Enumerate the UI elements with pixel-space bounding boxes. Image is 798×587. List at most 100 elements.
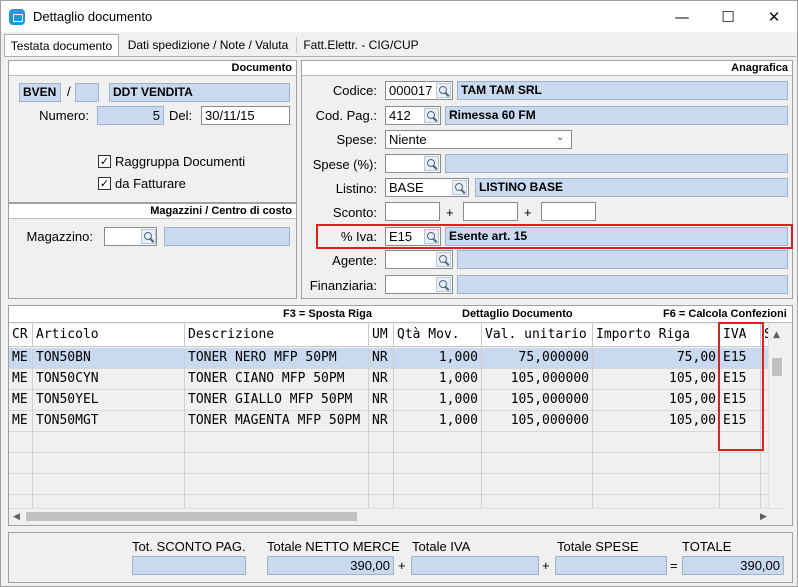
cell-articolo[interactable]: [33, 474, 185, 495]
cell-um[interactable]: NR: [369, 411, 394, 432]
cell-cr[interactable]: ME: [9, 348, 33, 369]
finanziaria-lookup-icon[interactable]: [436, 277, 451, 292]
cell-importo[interactable]: 105,00: [593, 369, 720, 390]
tipo-documento-field[interactable]: BVEN: [19, 83, 61, 102]
agente-lookup-icon[interactable]: [436, 252, 451, 267]
cell-qta[interactable]: [394, 432, 482, 453]
vertical-scroll-thumb[interactable]: [772, 358, 782, 376]
cell-qta[interactable]: [394, 474, 482, 495]
vertical-scrollbar[interactable]: ▲: [768, 324, 784, 524]
cell-val-unitario[interactable]: [482, 474, 593, 495]
scroll-left-icon[interactable]: ◀: [13, 512, 20, 522]
col-cr[interactable]: CR: [9, 324, 33, 347]
scroll-up-icon[interactable]: ▲: [773, 330, 780, 340]
tab-dati-spedizione[interactable]: Dati spedizione / Note / Valuta: [121, 34, 295, 56]
listino-lookup-icon[interactable]: [452, 180, 467, 195]
cell-cr[interactable]: ME: [9, 411, 33, 432]
cell-iva[interactable]: [720, 453, 761, 474]
cell-val-unitario[interactable]: [482, 453, 593, 474]
table-row[interactable]: ME TON50CYN TONER CIANO MFP 50PM NR 1,000 105…: [9, 369, 768, 390]
numero-field[interactable]: 5: [97, 106, 164, 125]
col-um[interactable]: UM: [369, 324, 394, 347]
empty-table-row[interactable]: [9, 453, 768, 474]
cell-cr[interactable]: [9, 453, 33, 474]
cell-descrizione[interactable]: [185, 432, 369, 453]
cell-um[interactable]: NR: [369, 390, 394, 411]
spese-select[interactable]: Niente: [385, 130, 572, 149]
cell-um[interactable]: [369, 453, 394, 474]
sconto3-field[interactable]: [541, 202, 596, 221]
title-bar[interactable]: Dettaglio documento — ☐ ✕: [1, 1, 797, 32]
cell-importo[interactable]: [593, 432, 720, 453]
cell-qta[interactable]: 1,000: [394, 411, 482, 432]
cell-sc[interactable]: [761, 453, 768, 474]
col-importo[interactable]: Importo Riga: [593, 324, 720, 347]
cell-descrizione[interactable]: TONER GIALLO MFP 50PM: [185, 390, 369, 411]
cell-val-unitario[interactable]: 105,000000: [482, 411, 593, 432]
table-row[interactable]: ME TON50MGT TONER MAGENTA MFP 50PM NR 1,000 1…: [9, 411, 768, 432]
cell-um[interactable]: NR: [369, 369, 394, 390]
cell-um[interactable]: [369, 432, 394, 453]
cell-importo[interactable]: 75,00: [593, 348, 720, 369]
cell-um[interactable]: [369, 474, 394, 495]
col-articolo[interactable]: Articolo: [33, 324, 185, 347]
cell-val-unitario[interactable]: [482, 432, 593, 453]
cell-articolo[interactable]: [33, 432, 185, 453]
cell-descrizione[interactable]: TONER NERO MFP 50PM: [185, 348, 369, 369]
horizontal-scroll-thumb[interactable]: [26, 512, 357, 521]
cell-importo[interactable]: 105,00: [593, 390, 720, 411]
close-button[interactable]: ✕: [751, 1, 797, 32]
col-val-unitario[interactable]: Val. unitario: [482, 324, 593, 347]
col-qta[interactable]: Qtà Mov.: [394, 324, 482, 347]
cell-importo[interactable]: [593, 474, 720, 495]
raggruppa-checkbox[interactable]: ✓: [98, 155, 111, 168]
scroll-right-icon[interactable]: ▶: [760, 512, 767, 522]
tab-fatt-elettr[interactable]: Fatt.Elettr. - CIG/CUP: [299, 34, 423, 56]
magazzino-lookup-icon[interactable]: [141, 229, 156, 244]
empty-table-row[interactable]: [9, 432, 768, 453]
spese-perc-lookup-icon[interactable]: [424, 156, 439, 171]
cell-iva[interactable]: [720, 474, 761, 495]
cell-sc[interactable]: [761, 474, 768, 495]
table-row[interactable]: ME TON50BN TONER NERO MFP 50PM NR 1,000 75,00…: [9, 348, 768, 369]
iva-lookup-icon[interactable]: [424, 229, 439, 244]
cell-qta[interactable]: 1,000: [394, 348, 482, 369]
cell-descrizione[interactable]: [185, 474, 369, 495]
data-documento-field[interactable]: 30/11/15: [201, 106, 290, 125]
chevron-down-icon[interactable]: ⌄: [556, 132, 564, 143]
table-row[interactable]: ME TON50YEL TONER GIALLO MFP 50PM NR 1,000 10…: [9, 390, 768, 411]
cell-importo[interactable]: [593, 453, 720, 474]
col-descrizione[interactable]: Descrizione: [185, 324, 369, 347]
cell-cr[interactable]: ME: [9, 369, 33, 390]
cell-qta[interactable]: [394, 453, 482, 474]
cell-articolo[interactable]: TON50MGT: [33, 411, 185, 432]
maximize-button[interactable]: ☐: [705, 1, 751, 32]
cell-val-unitario[interactable]: 105,000000: [482, 369, 593, 390]
serie-field[interactable]: [75, 83, 99, 102]
cell-cr[interactable]: [9, 432, 33, 453]
cell-val-unitario[interactable]: 75,000000: [482, 348, 593, 369]
cell-articolo[interactable]: [33, 453, 185, 474]
minimize-button[interactable]: —: [659, 1, 705, 32]
cell-cr[interactable]: ME: [9, 390, 33, 411]
cell-cr[interactable]: [9, 474, 33, 495]
cell-articolo[interactable]: TON50CYN: [33, 369, 185, 390]
tab-testata-documento[interactable]: Testata documento: [4, 34, 119, 57]
cell-descrizione[interactable]: TONER CIANO MFP 50PM: [185, 369, 369, 390]
cell-qta[interactable]: 1,000: [394, 369, 482, 390]
horizontal-scrollbar[interactable]: ◀ ▶: [9, 508, 784, 524]
empty-table-row[interactable]: [9, 474, 768, 495]
cell-articolo[interactable]: TON50YEL: [33, 390, 185, 411]
sconto1-field[interactable]: [385, 202, 440, 221]
cell-descrizione[interactable]: TONER MAGENTA MFP 50PM: [185, 411, 369, 432]
fatturare-checkbox[interactable]: ✓: [98, 177, 111, 190]
cell-um[interactable]: NR: [369, 348, 394, 369]
cell-qta[interactable]: 1,000: [394, 390, 482, 411]
cell-val-unitario[interactable]: 105,000000: [482, 390, 593, 411]
cell-articolo[interactable]: TON50BN: [33, 348, 185, 369]
cell-descrizione[interactable]: [185, 453, 369, 474]
codice-lookup-icon[interactable]: [436, 83, 451, 98]
sconto2-field[interactable]: [463, 202, 518, 221]
codpag-lookup-icon[interactable]: [424, 108, 439, 123]
cell-importo[interactable]: 105,00: [593, 411, 720, 432]
